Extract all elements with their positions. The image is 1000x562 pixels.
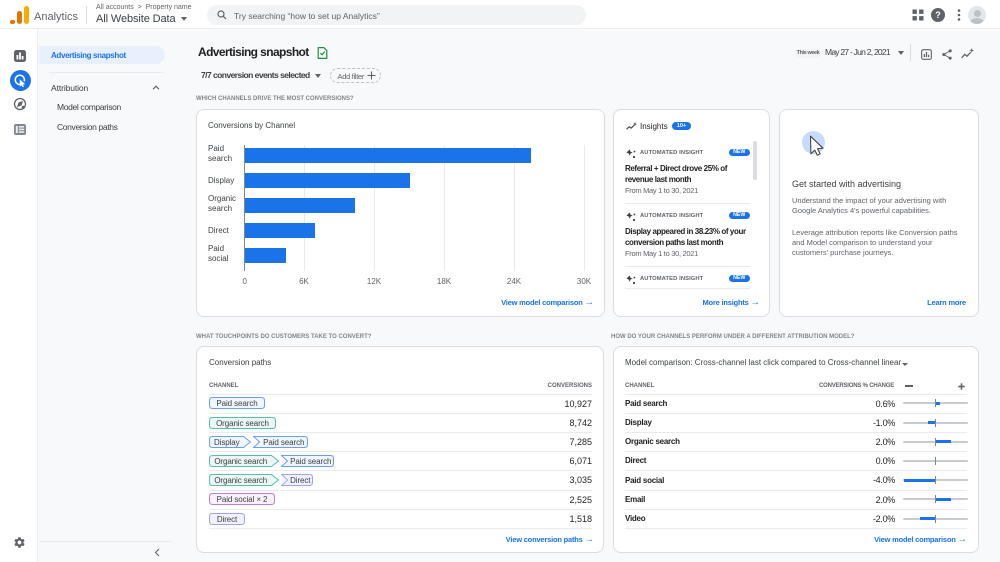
svg-text:Paid search: Paid search [263, 438, 304, 447]
svg-text:Paid social × 2: Paid social × 2 [217, 495, 268, 504]
svg-text:Paid search: Paid search [216, 399, 257, 408]
svg-text:Paid search: Paid search [290, 457, 331, 466]
svg-text:Organic search: Organic search [214, 476, 267, 485]
svg-text:Direct: Direct [290, 476, 311, 485]
svg-text:Direct: Direct [217, 515, 238, 524]
svg-text:Organic search: Organic search [216, 419, 269, 428]
svg-text:Display: Display [214, 438, 240, 447]
svg-text:Organic search: Organic search [214, 457, 267, 466]
